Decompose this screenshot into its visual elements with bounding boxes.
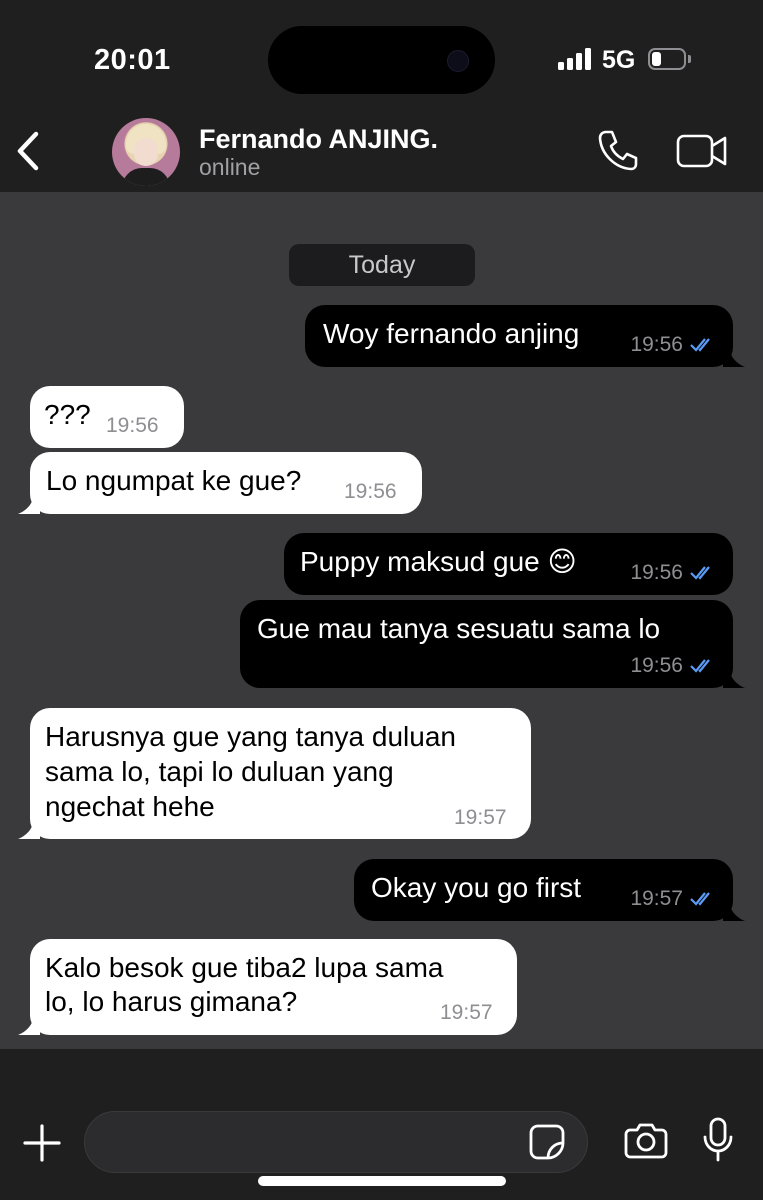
- voice-call-button[interactable]: [597, 128, 639, 172]
- message-text-line: Harusnya gue yang tanya duluan: [45, 721, 456, 752]
- message-time: 19:56: [344, 480, 397, 503]
- message-text-line: Kalo besok gue tiba2 lupa sama: [45, 952, 444, 983]
- date-separator: Today: [289, 244, 475, 286]
- read-receipt-icon: [690, 566, 710, 580]
- message-text: Woy fernando anjing: [323, 318, 580, 349]
- status-time: 20:01: [94, 44, 171, 76]
- signal-strength-icon: [558, 48, 594, 70]
- network-type: 5G: [602, 46, 636, 74]
- message-text: Lo ngumpat ke gue?: [46, 465, 302, 496]
- bubble-tail: [723, 666, 745, 688]
- chat-screen: 20:01 5G Fernando ANJING. online Today W…: [0, 0, 763, 1200]
- plus-icon: [23, 1124, 61, 1162]
- video-call-button[interactable]: [676, 132, 728, 170]
- message-bubble-incoming[interactable]: ??? 19:56: [30, 386, 184, 448]
- read-receipt-icon: [690, 659, 710, 673]
- read-receipt-icon: [690, 338, 710, 352]
- bubble-tail: [723, 345, 745, 367]
- attach-button[interactable]: [22, 1123, 62, 1163]
- top-bar: 20:01 5G Fernando ANJING. online: [0, 0, 763, 192]
- message-bubble-outgoing[interactable]: Puppy maksud gue 😊 19:56: [284, 533, 733, 595]
- dynamic-island: [268, 26, 495, 94]
- contact-name[interactable]: Fernando ANJING.: [199, 124, 438, 155]
- camera-button[interactable]: [624, 1121, 668, 1159]
- message-time: 19:56: [630, 654, 719, 678]
- composer-bar: [0, 1049, 763, 1200]
- message-bubble-incoming[interactable]: Harusnya gue yang tanya duluan sama lo, …: [18, 708, 531, 839]
- home-indicator[interactable]: [258, 1176, 506, 1186]
- message-time: 19:56: [106, 414, 159, 437]
- camera-icon: [624, 1123, 668, 1159]
- bubble-tail: [18, 1013, 40, 1035]
- message-text: Okay you go first: [371, 872, 582, 903]
- bubble-tail: [723, 899, 745, 921]
- message-text: Gue mau tanya sesuatu sama lo: [257, 613, 661, 644]
- contact-status: online: [199, 154, 261, 180]
- voice-message-button[interactable]: [702, 1117, 734, 1163]
- bubble-tail: [18, 492, 40, 514]
- front-camera-icon: [447, 50, 469, 72]
- message-time: 19:56: [630, 333, 719, 357]
- phone-icon: [598, 130, 638, 171]
- contact-avatar[interactable]: [112, 118, 180, 186]
- sticker-icon: [529, 1124, 565, 1160]
- message-text-line: sama lo, tapi lo duluan yang: [45, 756, 394, 787]
- back-button[interactable]: [14, 128, 48, 174]
- message-bubble-incoming[interactable]: Lo ngumpat ke gue? 19:56: [18, 452, 422, 514]
- battery-icon: [648, 48, 691, 70]
- sticker-button[interactable]: [528, 1123, 566, 1161]
- message-bubble-incoming[interactable]: Kalo besok gue tiba2 lupa sama lo, lo ha…: [18, 939, 517, 1035]
- message-time: 19:56: [630, 561, 719, 585]
- message-text-line: lo, lo harus gimana?: [45, 986, 298, 1017]
- message-time: 19:57: [440, 1001, 493, 1024]
- message-bubble-outgoing[interactable]: Woy fernando anjing 19:56: [305, 305, 745, 367]
- message-text: Puppy maksud gue 😊: [300, 546, 577, 577]
- chevron-left-icon: [17, 131, 39, 171]
- message-time: 19:57: [454, 806, 507, 829]
- message-bubble-outgoing[interactable]: Gue mau tanya sesuatu sama lo 19:56: [240, 600, 745, 688]
- message-text-line: ngechat hehe: [45, 791, 215, 822]
- message-time: 19:57: [630, 887, 719, 911]
- message-bubble-outgoing[interactable]: Okay you go first 19:57: [354, 859, 745, 921]
- message-input[interactable]: [84, 1111, 588, 1173]
- message-text: ???: [44, 399, 91, 430]
- bubble-tail: [18, 817, 40, 839]
- video-camera-icon: [676, 134, 727, 168]
- microphone-icon: [703, 1117, 733, 1162]
- read-receipt-icon: [690, 892, 710, 906]
- message-list[interactable]: Today Woy fernando anjing 19:56 ??? 19:5…: [0, 192, 763, 1049]
